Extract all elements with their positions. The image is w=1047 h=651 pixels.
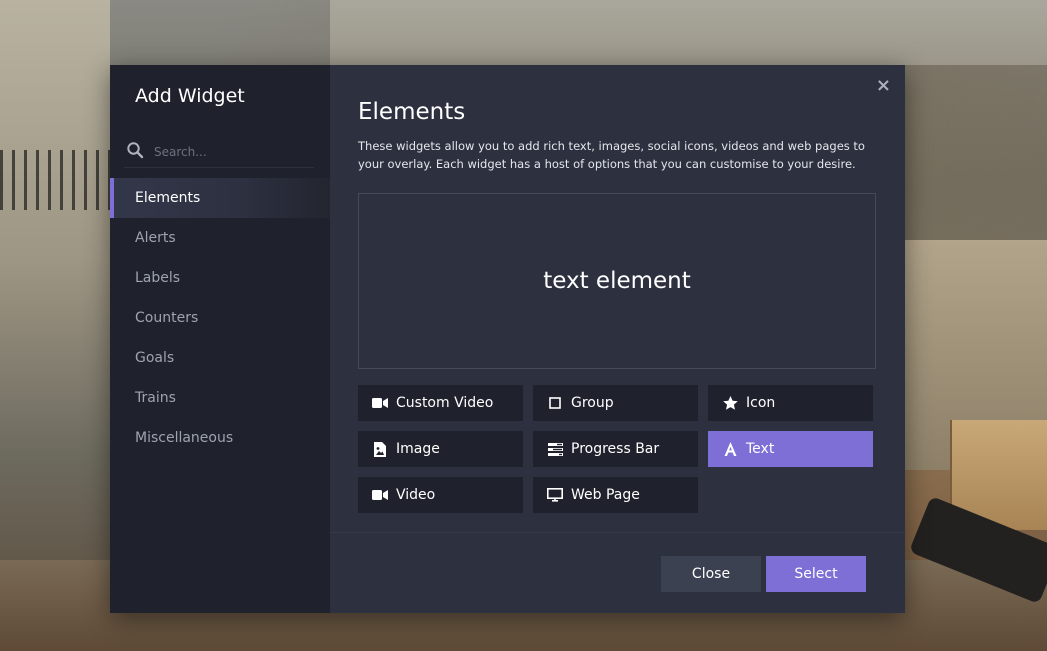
section-description: These widgets allow you to add rich text… xyxy=(358,139,865,171)
widget-label: Web Page xyxy=(571,487,640,503)
sidebar-item-miscellaneous[interactable]: Miscellaneous xyxy=(110,418,330,458)
image-file-icon xyxy=(372,441,388,457)
sidebar-item-counters[interactable]: Counters xyxy=(110,298,330,338)
background-sky xyxy=(330,0,1047,65)
widget-content-panel: × Elements These widgets allow you to ad… xyxy=(330,65,905,613)
section-title: Elements xyxy=(358,99,466,125)
widget-group[interactable]: Group xyxy=(533,385,698,421)
widget-label: Custom Video xyxy=(396,395,494,411)
add-widget-dialog: Add Widget Elements Alerts Labels Counte… xyxy=(110,65,905,613)
search-box xyxy=(124,137,314,168)
sidebar-item-alerts[interactable]: Alerts xyxy=(110,218,330,258)
sidebar-item-trains[interactable]: Trains xyxy=(110,378,330,418)
preview-text: text element xyxy=(543,268,691,294)
background-building xyxy=(0,0,110,651)
progress-bar-icon xyxy=(547,441,563,457)
widget-web-page[interactable]: Web Page xyxy=(533,477,698,513)
widget-progress-bar[interactable]: Progress Bar xyxy=(533,431,698,467)
widget-text[interactable]: Text xyxy=(708,431,873,467)
close-icon[interactable]: × xyxy=(876,75,891,96)
sidebar-item-elements[interactable]: Elements xyxy=(110,178,330,218)
star-icon xyxy=(722,395,738,411)
sidebar-item-labels[interactable]: Labels xyxy=(110,258,330,298)
widget-label: Image xyxy=(396,441,440,457)
category-list: Elements Alerts Labels Counters Goals Tr… xyxy=(110,178,330,458)
widget-label: Video xyxy=(396,487,436,503)
widget-label: Text xyxy=(746,441,775,457)
widget-label: Icon xyxy=(746,395,776,411)
background-balcony xyxy=(0,150,110,210)
sidebar-item-goals[interactable]: Goals xyxy=(110,338,330,378)
footer-divider xyxy=(330,532,905,533)
video-camera-icon xyxy=(372,395,388,411)
monitor-icon xyxy=(547,487,563,503)
widget-video[interactable]: Video xyxy=(358,477,523,513)
widget-custom-video[interactable]: Custom Video xyxy=(358,385,523,421)
widget-icon[interactable]: Icon xyxy=(708,385,873,421)
widget-preview: text element xyxy=(358,193,876,369)
close-button[interactable]: Close xyxy=(661,556,761,592)
select-button[interactable]: Select xyxy=(766,556,866,592)
widget-category-sidebar: Add Widget Elements Alerts Labels Counte… xyxy=(110,65,330,613)
widget-label: Progress Bar xyxy=(571,441,660,457)
square-outline-icon xyxy=(547,395,563,411)
text-a-icon xyxy=(722,441,738,457)
video-camera-icon xyxy=(372,487,388,503)
widget-label: Group xyxy=(571,395,614,411)
search-icon xyxy=(124,141,144,163)
widget-image[interactable]: Image xyxy=(358,431,523,467)
search-input[interactable] xyxy=(152,144,306,160)
dialog-title: Add Widget xyxy=(135,85,245,107)
